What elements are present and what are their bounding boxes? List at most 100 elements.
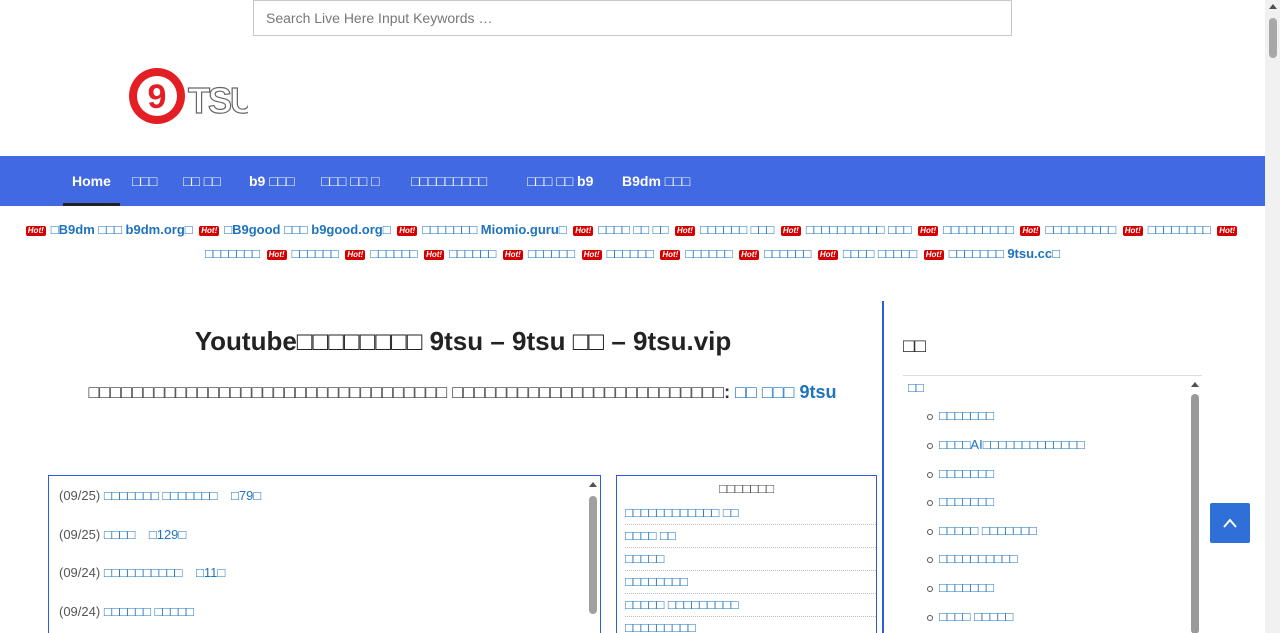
- page-scrollbar[interactable]: [1265, 0, 1280, 633]
- category-item[interactable]: □□□□ □□: [625, 525, 876, 548]
- bullet-icon: [927, 499, 933, 506]
- sidebar-item-link[interactable]: □□□□□□□: [939, 408, 994, 423]
- hot-link[interactable]: □□□□□□ □□□: [700, 222, 774, 237]
- hot-badge: Hot!: [199, 225, 220, 236]
- search-bar: [253, 0, 1012, 36]
- sidebar-item[interactable]: □□□□AI□□□□□□□□□□□□□: [927, 437, 1085, 452]
- page-scrollbar-thumb[interactable]: [1269, 18, 1277, 58]
- sidebar-item[interactable]: □□□□□□□: [927, 580, 994, 595]
- sidebar-item-link[interactable]: □□□□□□□: [939, 466, 994, 481]
- sidebar-root-link[interactable]: □□: [908, 380, 924, 395]
- nav-item-5[interactable]: □□□ □□ □: [321, 156, 380, 206]
- hot-link[interactable]: □□□□□□: [449, 246, 496, 261]
- sidebar-item-link[interactable]: □□□□ □□□□□: [939, 609, 1013, 624]
- sidebar-item-link[interactable]: □□□□AI□□□□□□□□□□□□□: [939, 437, 1085, 452]
- list-item: (09/25) □□□□□□□ □□□□□□□ □79□: [59, 488, 261, 503]
- notice-text: □□□□□□□□□□□□□□□□□□□□□□□□□□□□□□□□□ □□□□□□…: [88, 382, 736, 402]
- bullet-icon: [927, 614, 933, 621]
- content-divider: [882, 301, 884, 633]
- bullet-icon: [927, 585, 933, 592]
- sidebar-scrollbar-thumb[interactable]: [1191, 394, 1199, 633]
- updates-scrollbar-thumb[interactable]: [589, 496, 597, 614]
- hot-badge: Hot!: [918, 225, 939, 236]
- hot-link[interactable]: □□□□□□: [685, 246, 732, 261]
- updates-scrollbar[interactable]: [586, 476, 600, 633]
- update-count[interactable]: □11□: [196, 565, 225, 580]
- hot-link[interactable]: □B9good □□□ b9good.org□: [224, 222, 390, 237]
- hot-badge: Hot!: [345, 249, 366, 260]
- search-input[interactable]: [253, 0, 1012, 36]
- hot-link[interactable]: □□□□□□□ Miomio.guru□: [422, 222, 566, 237]
- category-item[interactable]: □□□□□□□□□: [625, 617, 876, 633]
- page-title: Youtube□□□□□□□□ 9tsu – 9tsu □□ – 9tsu.vi…: [194, 326, 732, 356]
- hot-link[interactable]: □□□□□□□: [205, 246, 260, 261]
- nav-item-b9[interactable]: b9 □□□: [249, 156, 295, 206]
- sidebar-scrollbar[interactable]: [1188, 378, 1202, 633]
- list-item: (09/24) □□□□□□ □□□□□: [59, 604, 194, 619]
- sidebar-item[interactable]: □□□□□□□: [927, 408, 994, 423]
- bullet-icon: [927, 413, 933, 420]
- update-date: (09/25): [59, 527, 101, 542]
- sidebar-divider: [903, 375, 1202, 376]
- scroll-up-arrow-icon[interactable]: [589, 482, 597, 487]
- sidebar-item-link[interactable]: □□□□□□□□□□: [939, 551, 1018, 566]
- update-link[interactable]: □□□□: [104, 527, 135, 542]
- nav-item-b9dm[interactable]: B9dm □□□: [622, 156, 690, 206]
- hot-links-bar: Hot! □B9dm □□□ b9dm.org□ Hot! □B9good □□□ …: [0, 218, 1265, 266]
- nav-home[interactable]: Home: [63, 156, 120, 206]
- hot-link[interactable]: □□□□□□□ 9tsu.cc□: [949, 246, 1060, 261]
- category-box-title: □□□□□□□: [719, 481, 774, 496]
- hot-link[interactable]: □□□□□□□□: [1148, 222, 1211, 237]
- site-logo[interactable]: 9 TSU: [128, 67, 248, 127]
- sidebar-item[interactable]: □□□□□□□: [927, 494, 994, 509]
- hot-link[interactable]: □□□□□□: [370, 246, 417, 261]
- hot-badge: Hot!: [397, 225, 418, 236]
- hot-link[interactable]: □□□□ □□□□□: [843, 246, 917, 261]
- domain-notice: □□□□□□□□□□□□□□□□□□□□□□□□□□□□□□□□□ □□□□□□…: [60, 378, 865, 406]
- sidebar-category-list[interactable]: □□ □□□□□□□ □□□□AI□□□□□□□□□□□□□ □□□□□□□ □…: [903, 378, 1202, 633]
- back-to-top-button[interactable]: [1210, 503, 1250, 543]
- list-item: (09/25) □□□□ □129□: [59, 527, 186, 542]
- hot-link[interactable]: □□□□□□□□□□ □□□: [806, 222, 912, 237]
- hot-link[interactable]: □□□□ □□ □□: [598, 222, 668, 237]
- update-count[interactable]: □129□: [149, 527, 186, 542]
- sidebar-item-link[interactable]: □□□□□□□: [939, 580, 994, 595]
- update-link[interactable]: □□□□□□□ □□□□□□□: [104, 488, 218, 503]
- hot-link[interactable]: □□□□□□: [607, 246, 654, 261]
- nav-item-6[interactable]: □□□□□□□□□: [411, 156, 487, 206]
- logo-icon: 9 TSU: [129, 68, 248, 124]
- hot-link[interactable]: □B9dm □□□ b9dm.org□: [51, 222, 193, 237]
- notice-link[interactable]: □□ □□□ 9tsu: [735, 382, 836, 402]
- category-item[interactable]: □□□□□: [625, 548, 876, 571]
- scroll-up-arrow-icon[interactable]: [1191, 382, 1199, 387]
- update-count[interactable]: □79□: [231, 488, 261, 503]
- sidebar-item[interactable]: □□□□□□□□□□: [927, 551, 1018, 566]
- hot-badge: Hot!: [581, 249, 602, 260]
- sidebar-item-link[interactable]: □□□□□ □□□□□□□: [939, 523, 1037, 538]
- update-link[interactable]: □□□□□□□□□□: [104, 565, 183, 580]
- category-item[interactable]: □□□□□□□□□□□□ □□: [625, 502, 876, 525]
- hot-badge: Hot!: [739, 249, 760, 260]
- hot-link[interactable]: □□□□□□□□□: [943, 222, 1014, 237]
- hot-badge: Hot!: [266, 249, 287, 260]
- hot-link[interactable]: □□□□□□□□□: [1045, 222, 1116, 237]
- category-item[interactable]: □□□□□ □□□□□□□□□: [625, 594, 876, 617]
- nav-item-3[interactable]: □□ □□: [183, 156, 221, 206]
- hot-link[interactable]: □□□□□□: [528, 246, 575, 261]
- hot-link[interactable]: □□□□□□: [292, 246, 339, 261]
- hot-link[interactable]: □□□□□□: [764, 246, 811, 261]
- hot-badge: Hot!: [424, 249, 445, 260]
- category-item[interactable]: □□□□□□□□: [625, 571, 876, 594]
- sidebar-item[interactable]: □□□□□□□: [927, 466, 994, 481]
- nav-item-7[interactable]: □□□ □□ b9: [527, 156, 593, 206]
- scroll-up-arrow-icon[interactable]: [1269, 4, 1277, 9]
- nav-item-2[interactable]: □□□: [132, 156, 157, 206]
- sidebar-item[interactable]: □□□□ □□□□□: [927, 609, 1013, 624]
- chevron-up-icon: [1223, 518, 1237, 528]
- updates-list[interactable]: (09/25) □□□□□□□ □□□□□□□ □79□ (09/25) □□□…: [48, 475, 601, 633]
- sidebar-item-link[interactable]: □□□□□□□: [939, 494, 994, 509]
- sidebar-item[interactable]: □□□□□ □□□□□□□: [927, 523, 1037, 538]
- update-link[interactable]: □□□□□□ □□□□□: [104, 604, 194, 619]
- hot-badge: Hot!: [780, 225, 801, 236]
- logo-digit: 9: [148, 78, 167, 116]
